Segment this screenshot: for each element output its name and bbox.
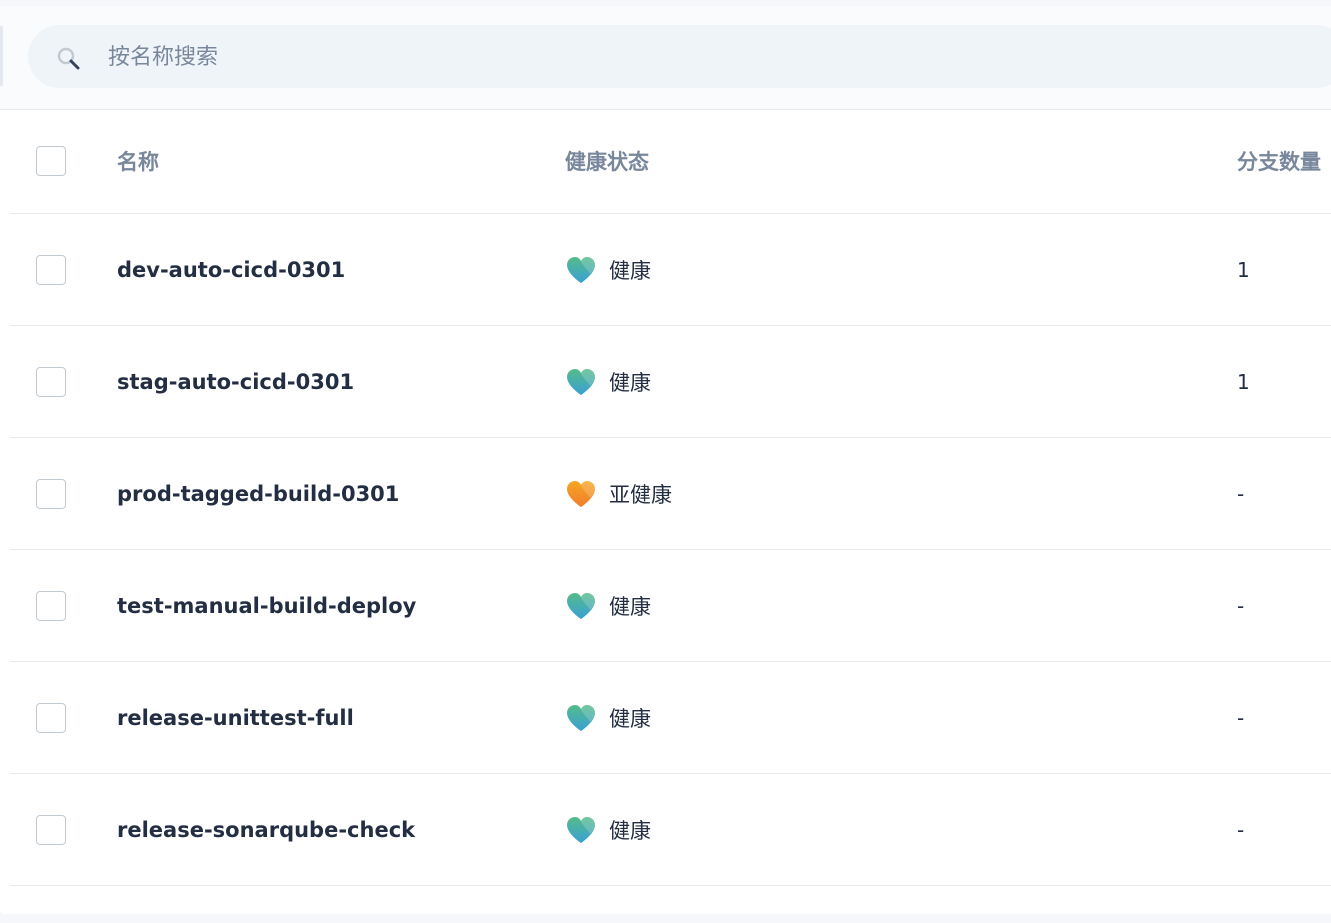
branch-count: 1 [1237,257,1250,282]
pipeline-name-link[interactable]: release-sonarqube-check [117,818,415,842]
row-checkbox[interactable] [36,254,66,285]
row-checkbox[interactable] [36,478,66,509]
pipeline-name-link[interactable]: stag-auto-cicd-0301 [117,370,354,394]
table-row[interactable]: dev-auto-cicd-0301 健康 1 [10,214,1331,326]
healthy-heart-icon [567,592,595,619]
health-status-label: 亚健康 [609,482,672,507]
table-header: 名称 健康状态 分支数量 [10,109,1331,214]
healthy-heart-icon [567,368,595,395]
healthy-heart-icon [567,816,595,843]
healthy-heart-icon [567,256,595,283]
search-input[interactable] [108,34,1108,80]
pipeline-name-link[interactable]: release-unittest-full [117,706,354,730]
healthy-heart-icon [567,704,595,731]
column-header-health: 健康状态 [565,150,649,174]
column-header-name[interactable]: 名称 [117,146,159,176]
table-row[interactable]: test-manual-build-deploy 健康 - [10,550,1331,662]
select-all-checkbox[interactable] [36,146,66,176]
row-checkbox[interactable] [36,702,66,733]
toolbar-edge [0,26,3,86]
health-status-label: 健康 [609,706,651,731]
pipeline-name-link[interactable]: prod-tagged-build-0301 [117,482,399,506]
row-checkbox[interactable] [36,366,66,397]
table-row[interactable]: release-unittest-full 健康 - [10,662,1331,774]
column-header-branches: 分支数量 [1237,150,1321,174]
row-checkbox[interactable] [36,590,66,621]
health-status-label: 健康 [609,370,651,395]
pipeline-list-panel: 名称 健康状态 分支数量 dev-auto-cicd-0301健康1stag-a… [0,6,1331,914]
table-row[interactable]: prod-tagged-build-0301 亚健康 - [10,438,1331,550]
health-status-label: 健康 [609,818,651,843]
row-checkbox[interactable] [36,814,66,845]
subhealthy-heart-icon [567,480,595,507]
branch-count: - [1237,481,1245,506]
branch-count: - [1237,593,1245,618]
branch-count: - [1237,705,1245,730]
search-icon [57,47,80,70]
pipeline-name-link[interactable]: test-manual-build-deploy [117,594,416,618]
table-row[interactable]: release-sonarqube-check 健康 - [10,774,1331,886]
branch-count: - [1237,817,1245,842]
toolbar [0,6,1331,110]
table-row[interactable]: stag-auto-cicd-0301 健康 1 [10,326,1331,438]
pipeline-name-link[interactable]: dev-auto-cicd-0301 [117,258,345,282]
branch-count: 1 [1237,369,1250,394]
health-status-label: 健康 [609,594,651,619]
health-status-label: 健康 [609,258,651,283]
